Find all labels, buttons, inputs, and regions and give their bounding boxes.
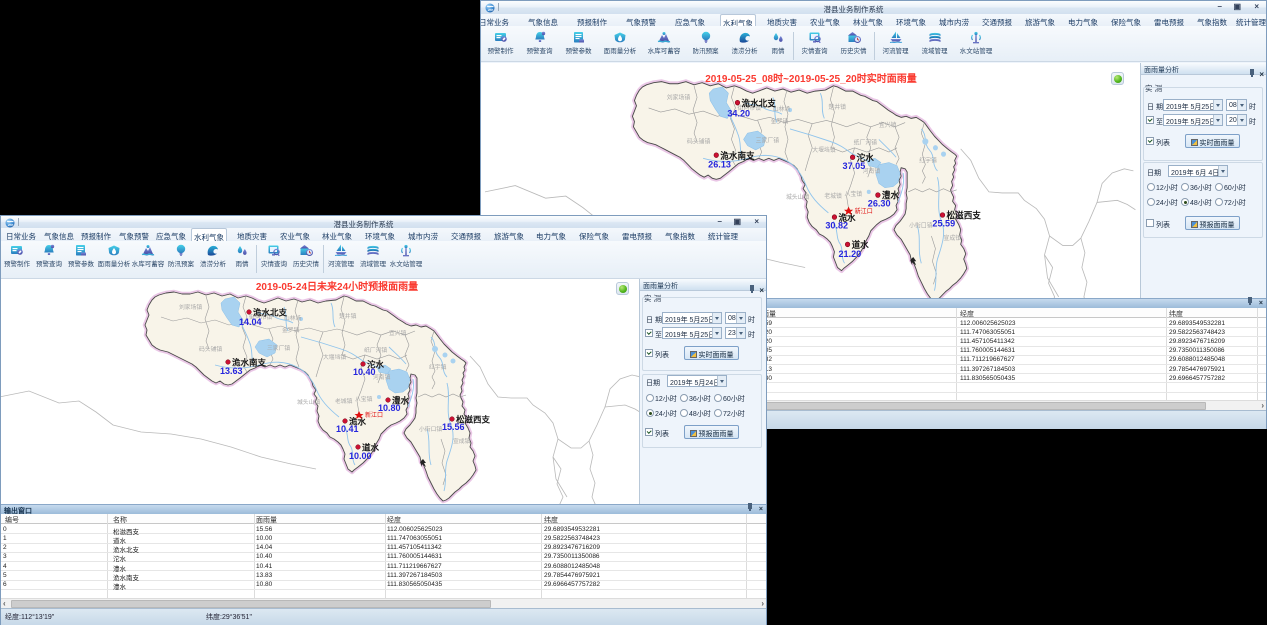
- svg-text:河南镇: 河南镇: [373, 373, 391, 381]
- svg-text:八宝镇: 八宝镇: [845, 190, 863, 198]
- svg-text:城头山镇: 城头山镇: [786, 193, 809, 201]
- svg-text:红宇镇: 红宇镇: [919, 156, 937, 164]
- svg-text:纸厂河镇: 纸厂河镇: [854, 139, 877, 147]
- svg-text:14.04: 14.04: [239, 317, 262, 327]
- svg-text:21.20: 21.20: [838, 249, 861, 259]
- svg-text:纸厂河镇: 纸厂河镇: [364, 346, 387, 354]
- svg-text:13.63: 13.63: [220, 366, 243, 376]
- svg-text:楚井镇: 楚井镇: [828, 103, 846, 111]
- svg-text:15.56: 15.56: [442, 422, 465, 432]
- svg-text:刘家场镇: 刘家场镇: [667, 93, 690, 101]
- svg-text:小街口镇: 小街口镇: [419, 425, 442, 433]
- svg-text:宣成镇: 宣成镇: [453, 437, 471, 445]
- svg-text:25.59: 25.59: [932, 218, 955, 228]
- svg-text:河南镇: 河南镇: [863, 167, 881, 175]
- svg-text:金罗镇: 金罗镇: [282, 326, 300, 334]
- svg-text:楚井镇: 楚井镇: [339, 312, 357, 320]
- svg-text:10.40: 10.40: [353, 367, 376, 377]
- svg-text:10.41: 10.41: [336, 424, 359, 434]
- svg-text:宣成镇: 宣成镇: [944, 234, 962, 242]
- svg-text:大堰垱镇: 大堰垱镇: [323, 353, 346, 361]
- svg-text:2019-05-25_08时~2019-05-25_20时实: 2019-05-25_08时~2019-05-25_20时实时面雨量: [705, 72, 917, 85]
- svg-text:小街口镇: 小街口镇: [909, 221, 932, 229]
- svg-text:金罗镇: 金罗镇: [771, 118, 789, 126]
- svg-text:新江口: 新江口: [855, 207, 873, 215]
- svg-text:宜兴镇: 宜兴镇: [389, 329, 407, 337]
- svg-text:码头铺镇: 码头铺镇: [687, 137, 710, 145]
- svg-text:10.80: 10.80: [378, 403, 401, 413]
- svg-text:34.20: 34.20: [727, 108, 750, 118]
- svg-text:宜兴镇: 宜兴镇: [879, 121, 897, 129]
- svg-text:三家厂镇: 三家厂镇: [756, 136, 779, 144]
- svg-text:洈水北支: 洈水北支: [742, 97, 777, 108]
- svg-text:26.13: 26.13: [708, 160, 731, 170]
- svg-text:30.82: 30.82: [825, 220, 848, 230]
- svg-text:10.00: 10.00: [349, 451, 372, 461]
- svg-text:老城镇: 老城镇: [824, 192, 842, 200]
- svg-text:新江口: 新江口: [365, 411, 383, 419]
- svg-text:八宝镇: 八宝镇: [355, 395, 373, 403]
- svg-text:三家厂镇: 三家厂镇: [267, 344, 290, 352]
- svg-text:码头铺镇: 码头铺镇: [199, 345, 222, 353]
- svg-text:2019-05-24日未来24小时预报面雨量: 2019-05-24日未来24小时预报面雨量: [256, 280, 418, 293]
- svg-text:洈水北支: 洈水北支: [253, 308, 288, 318]
- svg-text:老城镇: 老城镇: [335, 397, 353, 405]
- svg-text:红宇镇: 红宇镇: [429, 363, 447, 371]
- svg-text:城头山镇: 城头山镇: [297, 398, 320, 406]
- svg-text:大堰垱镇: 大堰垱镇: [812, 146, 835, 154]
- svg-text:37.05: 37.05: [843, 161, 866, 171]
- svg-text:刘家场镇: 刘家场镇: [179, 303, 202, 311]
